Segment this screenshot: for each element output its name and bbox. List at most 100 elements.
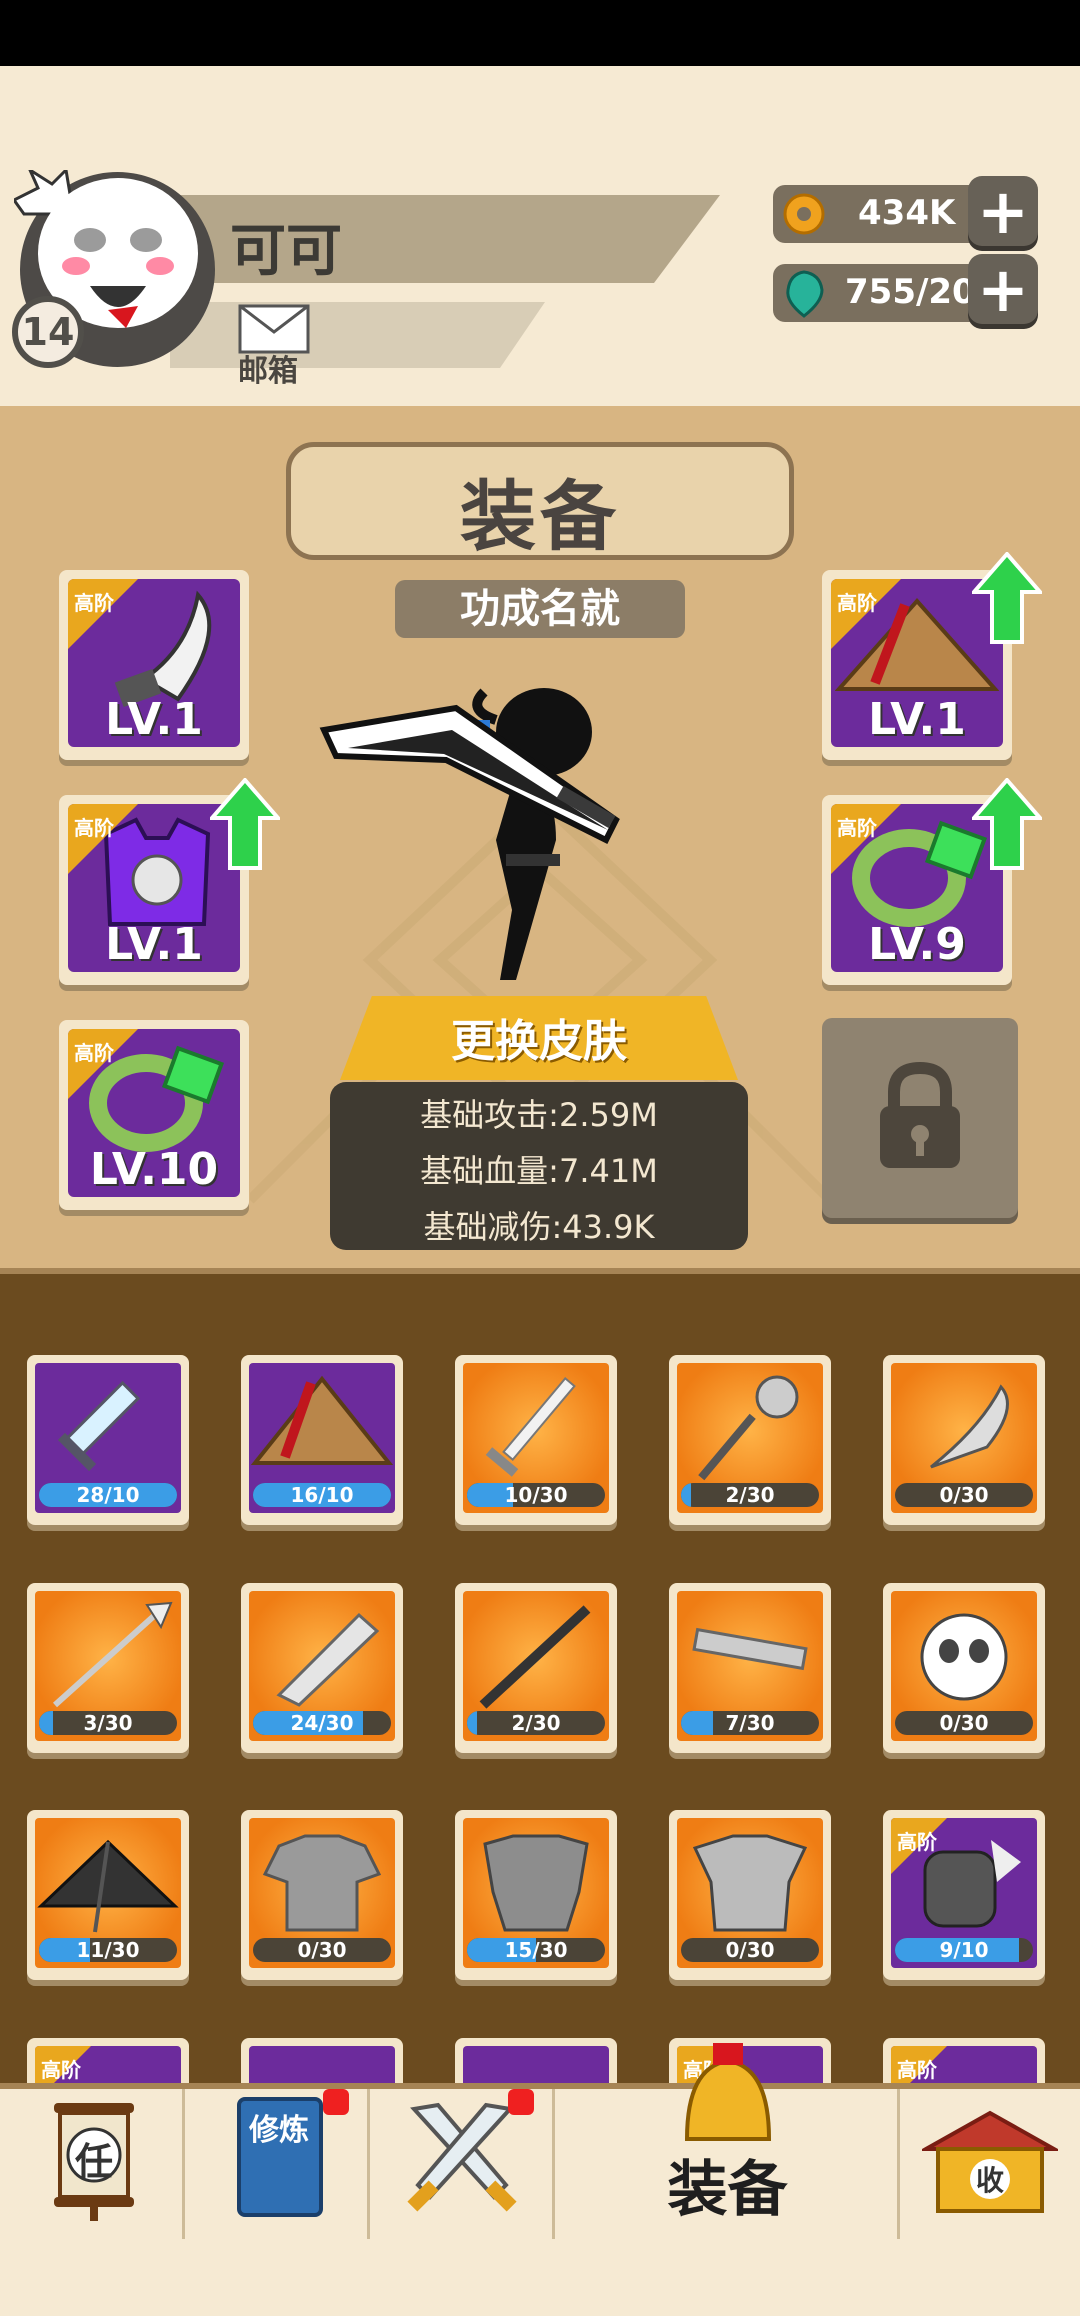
- progress-bar: 0/30: [895, 1483, 1033, 1507]
- progress-text: 11/30: [76, 1938, 140, 1962]
- progress-bar: 24/30: [253, 1711, 391, 1735]
- inventory-card-bg: 7/30: [677, 1591, 823, 1741]
- slot-level: LV.1: [868, 694, 966, 745]
- tab-training[interactable]: 修炼: [185, 2089, 370, 2239]
- inventory-partial-row: 高阶 高阶 高阶: [0, 2030, 1080, 2083]
- inventory-card[interactable]: 11/30: [27, 1810, 189, 1980]
- inventory-card[interactable]: 16/10: [241, 1355, 403, 1525]
- spear-icon: [52, 1601, 173, 1708]
- tier-label: 高阶: [74, 591, 114, 615]
- progress-bar: 0/30: [681, 1938, 819, 1962]
- add-gold-button[interactable]: +: [968, 175, 1038, 248]
- inventory-card[interactable]: [455, 2038, 617, 2083]
- inventory-card-bg: 高阶 9/10: [891, 1818, 1037, 1968]
- slot-level: LV.1: [105, 694, 203, 745]
- bird-mask-icon: [920, 1613, 1008, 1701]
- inventory-card[interactable]: 7/30: [669, 1583, 831, 1753]
- upgrade-arrow-icon: [210, 778, 280, 870]
- progress-bar: 16/10: [253, 1483, 391, 1507]
- progress-text: 0/30: [725, 1938, 775, 1962]
- inventory-card-bg: 0/30: [891, 1591, 1037, 1741]
- achievement-title: 功成名就: [460, 586, 620, 632]
- inventory-card-bg: 3/30: [35, 1591, 181, 1741]
- progress-bar: 2/30: [681, 1483, 819, 1507]
- mail-label[interactable]: 邮箱: [238, 346, 298, 390]
- gem-drop-icon: [786, 270, 824, 318]
- inventory-card[interactable]: 0/30: [883, 1355, 1045, 1525]
- stat-defense: 基础减伤:43.9K: [423, 1208, 655, 1246]
- progress-text: 24/30: [290, 1711, 354, 1735]
- sword-icon: [485, 1376, 576, 1477]
- tier-label: 高阶: [837, 816, 877, 840]
- inventory-card-bg: 0/30: [891, 1363, 1037, 1513]
- add-gem-button[interactable]: +: [968, 253, 1038, 326]
- staff-icon: [479, 1605, 591, 1709]
- progress-text: 2/30: [725, 1483, 775, 1507]
- training-glyph: 修炼: [249, 2113, 309, 2148]
- inventory-card[interactable]: 高阶: [27, 2038, 189, 2083]
- equip-slot-bracelet[interactable]: 高阶 LV.10: [59, 1020, 249, 1210]
- slot-level: LV.10: [89, 1144, 219, 1195]
- slot-level: LV.1: [105, 919, 203, 970]
- progress-bar: 10/30: [467, 1483, 605, 1507]
- tier-label: 高阶: [41, 2058, 81, 2082]
- inventory-card[interactable]: 2/30: [669, 1355, 831, 1525]
- tab-tasks[interactable]: 任: [0, 2089, 185, 2239]
- tab-collect[interactable]: 收: [900, 2089, 1080, 2239]
- mace-icon: [698, 1375, 799, 1481]
- inventory-card[interactable]: 10/30: [455, 1355, 617, 1525]
- inventory-card[interactable]: 0/30: [883, 1583, 1045, 1753]
- inventory-card[interactable]: 15/30: [455, 1810, 617, 1980]
- inventory-card-bg: 28/10: [35, 1363, 181, 1513]
- helmet-icon: [684, 2043, 772, 2141]
- inventory-card[interactable]: [241, 2038, 403, 2083]
- inventory-card-bg: 2/30: [677, 1363, 823, 1513]
- progress-text: 0/30: [939, 1711, 989, 1735]
- gold-amount: 434K: [858, 193, 956, 233]
- change-skin-label[interactable]: 更换皮肤: [340, 1005, 738, 1069]
- progress-bar: 0/30: [895, 1711, 1033, 1735]
- inventory-card[interactable]: 3/30: [27, 1583, 189, 1753]
- upgrade-arrow-icon: [972, 778, 1042, 870]
- progress-text: 3/30: [83, 1711, 133, 1735]
- tab-battle[interactable]: [370, 2089, 555, 2239]
- inventory-card[interactable]: 28/10: [27, 1355, 189, 1525]
- tier-label: 高阶: [74, 816, 114, 840]
- inventory-card[interactable]: 0/30: [669, 1810, 831, 1980]
- key-blade-icon: [692, 1627, 808, 1671]
- robe-armor-icon: [692, 1834, 808, 1932]
- progress-text: 9/10: [939, 1938, 989, 1962]
- equip-slot-weapon[interactable]: 高阶 LV.1: [59, 570, 249, 760]
- progress-text: 0/30: [297, 1938, 347, 1962]
- notification-dot: [508, 2089, 534, 2115]
- progress-bar: 9/10: [895, 1938, 1033, 1962]
- gold-coin-icon: [783, 193, 825, 235]
- progress-text: 7/30: [725, 1711, 775, 1735]
- tshirt-icon: [262, 1834, 382, 1932]
- tier-label: 高阶: [74, 1041, 114, 1065]
- bamboo-hat-icon: [37, 1839, 179, 1933]
- inventory-card[interactable]: 高阶: [883, 2038, 1045, 2083]
- tab-equipment[interactable]: 装备: [555, 2043, 900, 2239]
- inventory-card[interactable]: 高阶 9/10: [883, 1810, 1045, 1980]
- equip-tab-label: 装备: [667, 2155, 788, 2225]
- plate-armor-icon: [483, 1834, 589, 1932]
- gem-amount: 755/20: [845, 272, 976, 312]
- inventory-card[interactable]: 0/30: [241, 1810, 403, 1980]
- progress-bar: 28/10: [39, 1483, 177, 1507]
- inventory-card[interactable]: 2/30: [455, 1583, 617, 1753]
- tier-label: 高阶: [897, 1830, 937, 1854]
- level-badge: 14: [12, 296, 84, 368]
- tier-label: 高阶: [897, 2058, 937, 2082]
- tier-label: 高阶: [837, 591, 877, 615]
- notification-dot: [323, 2089, 349, 2115]
- locked-slot[interactable]: [822, 1018, 1018, 1218]
- progress-text: 28/10: [76, 1483, 140, 1507]
- broadsword-icon: [276, 1612, 380, 1707]
- collect-glyph: 收: [975, 2164, 1004, 2197]
- progress-text: 10/30: [504, 1483, 568, 1507]
- inventory-card[interactable]: 24/30: [241, 1583, 403, 1753]
- mail-band: [170, 302, 545, 368]
- inventory-card-bg: 11/30: [35, 1818, 181, 1968]
- progress-bar: 0/30: [253, 1938, 391, 1962]
